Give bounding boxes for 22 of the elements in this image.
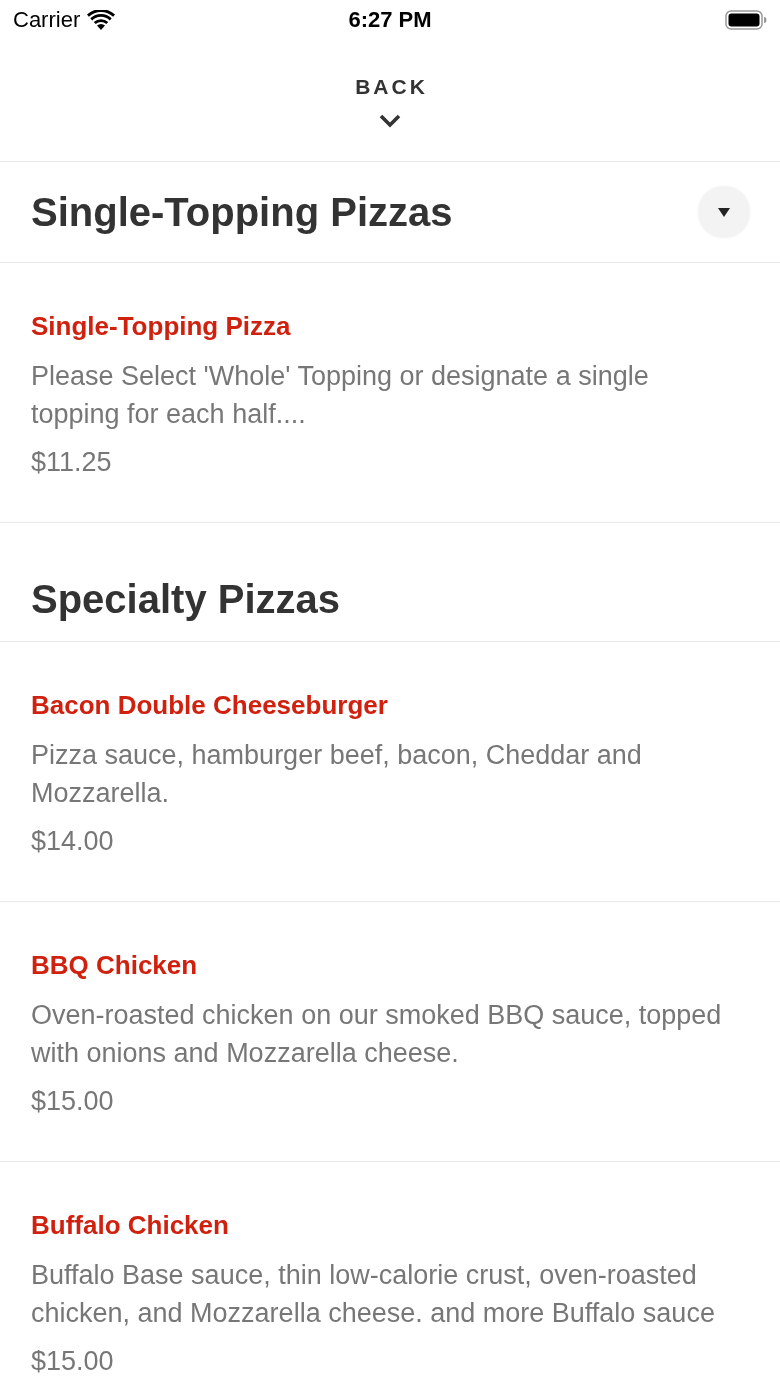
wifi-icon: [87, 10, 116, 30]
item-description: Pizza sauce, hamburger beef, bacon, Cheddar and Mozzarella.: [31, 739, 643, 810]
item-description: Oven-roasted chicken on our smoked BBQ sauce, topped with onions and Mozzarella cheese.: [31, 999, 723, 1070]
item-price: $15.00: [31, 1085, 114, 1118]
item-name[interactable]: Buffalo Chicken: [31, 1205, 229, 1245]
section-title: Specialty Pizzas: [31, 576, 341, 622]
caret-down-icon: [718, 207, 730, 217]
back-button[interactable]: BACK: [352, 74, 428, 138]
item-price: $15.00: [31, 1345, 114, 1378]
item-name[interactable]: Single-Topping Pizza: [31, 306, 291, 346]
item-description: Buffalo Base sauce, thin low-calorie crust, oven-roasted chicken, and Mozzarella cheese. and more Buffalo sauce: [31, 1259, 716, 1330]
section-title: Single-Topping Pizzas: [31, 189, 453, 235]
item-description: Please Select 'Whole' Topping or designate a single topping for each half....: [31, 360, 650, 431]
battery-icon: [725, 10, 767, 30]
item-price: $14.00: [31, 825, 114, 858]
item-name[interactable]: BBQ Chicken: [31, 945, 198, 985]
category-dropdown-button[interactable]: [698, 186, 750, 238]
item-name[interactable]: Bacon Double Cheeseburger: [31, 685, 388, 725]
chevron-down-icon: [379, 114, 401, 128]
item-price: $11.25: [31, 446, 112, 479]
carrier-name: Carrier: [13, 7, 81, 33]
status-time: 6:27 PM: [348, 7, 432, 33]
